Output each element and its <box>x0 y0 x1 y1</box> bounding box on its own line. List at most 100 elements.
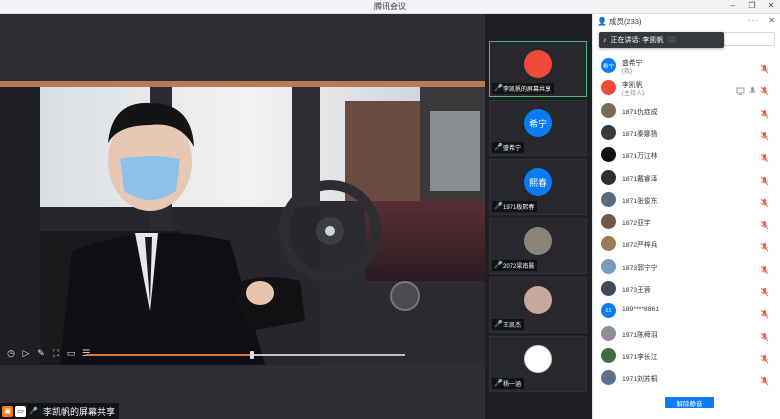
close-panel-icon[interactable]: ✕ <box>768 16 775 25</box>
participant-name: 李凯帆的屏幕共享 <box>503 87 552 93</box>
mic-muted-icon[interactable] <box>760 239 769 252</box>
member-row[interactable]: 1871戴睿泽 <box>593 167 780 189</box>
title-bar: 腾讯会议 – ❐ ✕ <box>0 0 780 14</box>
mic-icon: 🎤 <box>29 408 38 415</box>
member-avatar <box>601 325 616 341</box>
member-name: 1971李长江 <box>622 353 658 361</box>
meeting-window: 腾讯会议 – ❐ ✕ ◷ ▷ ✎ ⛶ ▭ ☰ ▣ ▭ 🎤 李凯帆的屏幕共享 🎤 … <box>0 0 780 419</box>
edit-icon[interactable]: ✎ <box>36 348 46 359</box>
mic-muted-icon[interactable] <box>760 173 769 185</box>
gallery-tile[interactable]: 🎤 杨一涵 <box>489 336 587 392</box>
member-avatar: 希宁 <box>601 58 616 73</box>
member-row[interactable]: 1871秦娜扬 <box>593 122 780 144</box>
caption-icon[interactable]: ▭ <box>66 348 76 359</box>
mic-muted-icon[interactable] <box>760 150 769 163</box>
member-name: 1971刘苏桐 <box>622 376 658 384</box>
member-row[interactable]: 1871张俊东 <box>593 189 780 211</box>
monitor-icon: ▭ <box>15 405 26 417</box>
member-name: 1873王蓉 <box>622 287 651 294</box>
participant-label: 🎤 2072梁南晨 <box>492 260 538 271</box>
participant-name: 王凯杰 <box>503 323 522 329</box>
mic-muted-icon[interactable] <box>760 83 769 96</box>
member-row[interactable]: 希宁 盛希宁 (我) <box>593 55 780 77</box>
fullscreen-icon[interactable]: ⛶ <box>51 348 61 359</box>
member-row[interactable]: 1871万江林 <box>593 144 780 166</box>
speaking-indicator: ♪ 正在讲话: 李凯帆 ▒▒ <box>599 32 724 48</box>
member-avatar <box>601 102 616 118</box>
member-row[interactable]: 1873王蓉 <box>593 278 780 300</box>
screen-share-icon <box>736 83 745 96</box>
member-row[interactable]: 1871仇症成 <box>593 100 780 122</box>
participant-avatar <box>524 227 552 255</box>
rewind-icon[interactable]: ◷ <box>6 348 16 359</box>
member-avatar <box>601 169 616 185</box>
member-role: (主持人) <box>622 91 644 98</box>
play-icon[interactable]: ▷ <box>21 348 31 359</box>
member-name: 1872亚宇 <box>622 220 651 228</box>
member-avatar <box>601 258 616 274</box>
member-row[interactable]: 1873郭宁宁 <box>593 256 780 278</box>
member-row[interactable]: 1971刘苏桐 <box>593 367 780 389</box>
gallery-tile[interactable]: 🎤 2072梁南晨 <box>489 218 587 274</box>
share-label: 李凯帆的屏幕共享 <box>43 406 116 417</box>
mic-muted-icon[interactable] <box>760 306 769 319</box>
member-row[interactable]: 1971李长江 <box>593 345 780 367</box>
playback-track[interactable] <box>86 351 405 359</box>
mic-icon: 🎤 <box>494 143 503 151</box>
more-icon[interactable]: ··· <box>748 16 759 25</box>
mic-icon: 🎤 <box>494 320 503 328</box>
member-avatar <box>601 370 616 386</box>
participant-avatar <box>524 345 552 373</box>
member-row[interactable]: 1971陈舜羽 <box>593 323 780 345</box>
member-name: 1871万江林 <box>622 153 658 161</box>
mic-muted-icon[interactable] <box>760 128 769 141</box>
member-role: (我) <box>622 69 632 75</box>
participant-avatar: 熙春 <box>524 168 552 196</box>
gallery-tile[interactable]: 熙春 🎤 1971板熙春 <box>489 159 587 215</box>
mic-muted-icon[interactable] <box>760 61 769 74</box>
speaking-wave-icon: ▒▒ <box>667 37 676 43</box>
member-avatar <box>601 214 616 230</box>
member-name: 1871秦娜扬 <box>622 130 658 138</box>
playback-bar: ◷ ▷ ✎ ⛶ ▭ ☰ <box>0 343 485 365</box>
video-gallery: 🎤 李凯帆的屏幕共享 希宁 🎤 盛希宁 熙春 🎤 1971板熙春 🎤 2072梁南晨 🎤 王凯杰 🎤 杨一… <box>485 14 592 419</box>
video-frame <box>0 81 485 365</box>
playback-handle[interactable] <box>249 351 254 359</box>
member-row[interactable]: 1872亚宇 <box>593 211 780 233</box>
close-window-icon[interactable]: ✕ <box>766 1 776 10</box>
mic-icon: 🎤 <box>494 261 503 269</box>
participant-name: 1971板熙春 <box>503 205 535 211</box>
gallery-tile[interactable]: 🎤 王凯杰 <box>489 277 587 333</box>
screen-share-icon: ▣ <box>2 405 13 417</box>
member-name: 1873郭宁宁 <box>622 264 658 272</box>
member-name: 1871戴睿泽 <box>622 175 658 183</box>
mic-muted-icon[interactable] <box>760 262 769 274</box>
mic-muted-icon[interactable] <box>760 373 769 386</box>
share-status-bar: ▣ ▭ 🎤 李凯帆的屏幕共享 <box>0 403 120 419</box>
mic-muted-icon[interactable] <box>760 329 769 341</box>
shared-screen-video[interactable]: ◷ ▷ ✎ ⛶ ▭ ☰ <box>0 81 485 365</box>
unmute-all-button[interactable]: 解除静音 <box>665 397 714 408</box>
participant-name: 2072梁南晨 <box>503 264 535 270</box>
member-name: 1871仇症成 <box>622 108 658 116</box>
mic-active-icon <box>748 83 757 94</box>
mic-muted-icon[interactable] <box>760 106 769 118</box>
restore-icon[interactable]: ❐ <box>747 1 757 10</box>
member-avatar <box>601 80 616 96</box>
mic-muted-icon[interactable] <box>760 217 769 230</box>
members-title: 成员(233) <box>608 17 642 26</box>
gallery-tile[interactable]: 希宁 🎤 盛希宁 <box>489 100 587 156</box>
window-title: 腾讯会议 <box>374 2 406 11</box>
gallery-tile[interactable]: 🎤 李凯帆的屏幕共享 <box>489 41 587 97</box>
mic-icon: 🎤 <box>494 202 503 210</box>
mic-muted-icon[interactable] <box>760 284 769 297</box>
minimize-icon[interactable]: – <box>728 1 738 10</box>
mic-muted-icon[interactable] <box>760 195 769 208</box>
mic-muted-icon[interactable] <box>760 351 769 364</box>
speaking-text: 正在讲话: 李凯帆 <box>610 37 664 44</box>
member-row[interactable]: 李凯帆 (主持人) <box>593 77 780 99</box>
member-row[interactable]: 1872严梓兵 <box>593 233 780 255</box>
member-row[interactable]: 61 189****8861 <box>593 300 780 322</box>
member-avatar: 61 <box>601 303 616 319</box>
member-avatar <box>601 236 616 252</box>
